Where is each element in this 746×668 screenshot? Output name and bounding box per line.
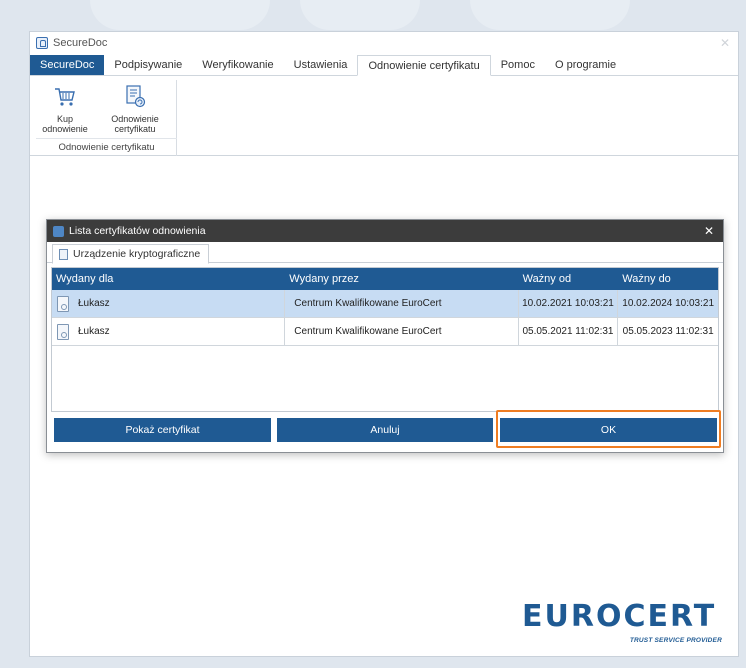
- col-issued-by[interactable]: Wydany przez: [285, 268, 518, 290]
- tab-securedoc[interactable]: SecureDoc: [30, 55, 105, 75]
- shopping-cart-icon: [53, 84, 77, 108]
- tab-o-programie[interactable]: O programie: [545, 55, 626, 75]
- tab-crypto-device[interactable]: Urządzenie kryptograficzne: [52, 244, 210, 264]
- menu-bar: SecureDoc Podpisywanie Weryfikowanie Ust…: [30, 54, 738, 76]
- tab-odnowienie-certyfikatu[interactable]: Odnowienie certyfikatu: [357, 55, 491, 76]
- buy-renewal-button[interactable]: Kup odnowienie: [36, 84, 94, 134]
- cell-issued-to: Łukasz: [52, 290, 286, 317]
- dialog-close-icon[interactable]: ✕: [704, 224, 714, 238]
- certificate-renew-icon: [123, 84, 147, 108]
- col-valid-to[interactable]: Ważny do: [618, 268, 718, 290]
- eurocert-logo: EUROCERT TRUST SERVICE PROVIDER: [522, 600, 722, 650]
- cell-valid-to: 05.05.2023 11:02:31: [622, 326, 714, 337]
- title-bar: SecureDoc ✕: [30, 32, 738, 54]
- certificate-icon: [57, 323, 69, 340]
- cell-issued-by: Centrum Kwalifikowane EuroCert: [285, 318, 519, 345]
- app-lock-icon: [36, 37, 48, 49]
- dialog-app-icon: [53, 225, 64, 237]
- table-row[interactable]: Łukasz Centrum Kwalifikowane EuroCert 10…: [52, 290, 718, 318]
- renew-certificate-button[interactable]: Odnowienie certyfikatu: [100, 84, 170, 134]
- certificate-table: Wydany dla Wydany przez Ważny od Ważny d…: [51, 267, 719, 412]
- col-issued-to[interactable]: Wydany dla: [52, 268, 285, 290]
- tab-pomoc[interactable]: Pomoc: [491, 55, 545, 75]
- certificate-icon: [57, 295, 69, 312]
- renew-certificate-label-2: certyfikatu: [114, 124, 156, 134]
- cell-valid-from: 05.05.2021 11:02:31: [519, 318, 619, 345]
- table-header: Wydany dla Wydany przez Ważny od Ważny d…: [52, 268, 718, 290]
- logo-tagline: TRUST SERVICE PROVIDER: [629, 637, 722, 644]
- col-valid-from[interactable]: Ważny od: [519, 268, 619, 290]
- issued-to-text: Łukasz: [78, 298, 110, 309]
- issued-to-text: Łukasz: [78, 326, 110, 337]
- buy-renewal-label-1: Kup: [56, 114, 73, 124]
- show-certificate-button[interactable]: Pokaż certyfikat: [54, 418, 271, 442]
- ok-highlight-frame: [496, 410, 721, 448]
- tab-ustawienia[interactable]: Ustawienia: [284, 55, 358, 75]
- ribbon-group-renewal: Kup odnowienie Odnowienie certyfikatu Od…: [36, 80, 177, 156]
- logo-text: EUROCERT: [522, 599, 717, 634]
- dialog-title: Lista certyfikatów odnowienia: [69, 225, 206, 237]
- cell-issued-by: Centrum Kwalifikowane EuroCert: [285, 290, 519, 317]
- ribbon-group-label: Odnowienie certyfikatu: [36, 138, 177, 156]
- renew-certificate-label-1: Odnowienie: [111, 114, 159, 124]
- table-row[interactable]: Łukasz Centrum Kwalifikowane EuroCert 05…: [52, 318, 718, 346]
- ribbon: Kup odnowienie Odnowienie certyfikatu Od…: [30, 76, 738, 156]
- certificate-renewal-dialog: Lista certyfikatów odnowienia ✕ Urządzen…: [46, 219, 724, 453]
- device-icon: [59, 248, 68, 260]
- buy-renewal-label-2: odnowienie: [42, 124, 88, 134]
- tab-crypto-device-label: Urządzenie kryptograficzne: [73, 248, 201, 260]
- tab-weryfikowanie[interactable]: Weryfikowanie: [192, 55, 283, 75]
- cell-valid-from: 10.02.2021 10:03:21: [519, 290, 619, 317]
- dialog-title-bar: Lista certyfikatów odnowienia ✕: [47, 220, 723, 242]
- window-close-icon[interactable]: ✕: [720, 36, 730, 50]
- cancel-button[interactable]: Anuluj: [277, 418, 493, 442]
- tab-podpisywanie[interactable]: Podpisywanie: [104, 55, 192, 75]
- window-title: SecureDoc: [53, 37, 108, 49]
- cell-issued-to: Łukasz: [52, 318, 286, 345]
- dialog-tab-bar: Urządzenie kryptograficzne: [47, 242, 723, 264]
- cell-valid-to: 10.02.2024 10:03:21: [622, 298, 715, 309]
